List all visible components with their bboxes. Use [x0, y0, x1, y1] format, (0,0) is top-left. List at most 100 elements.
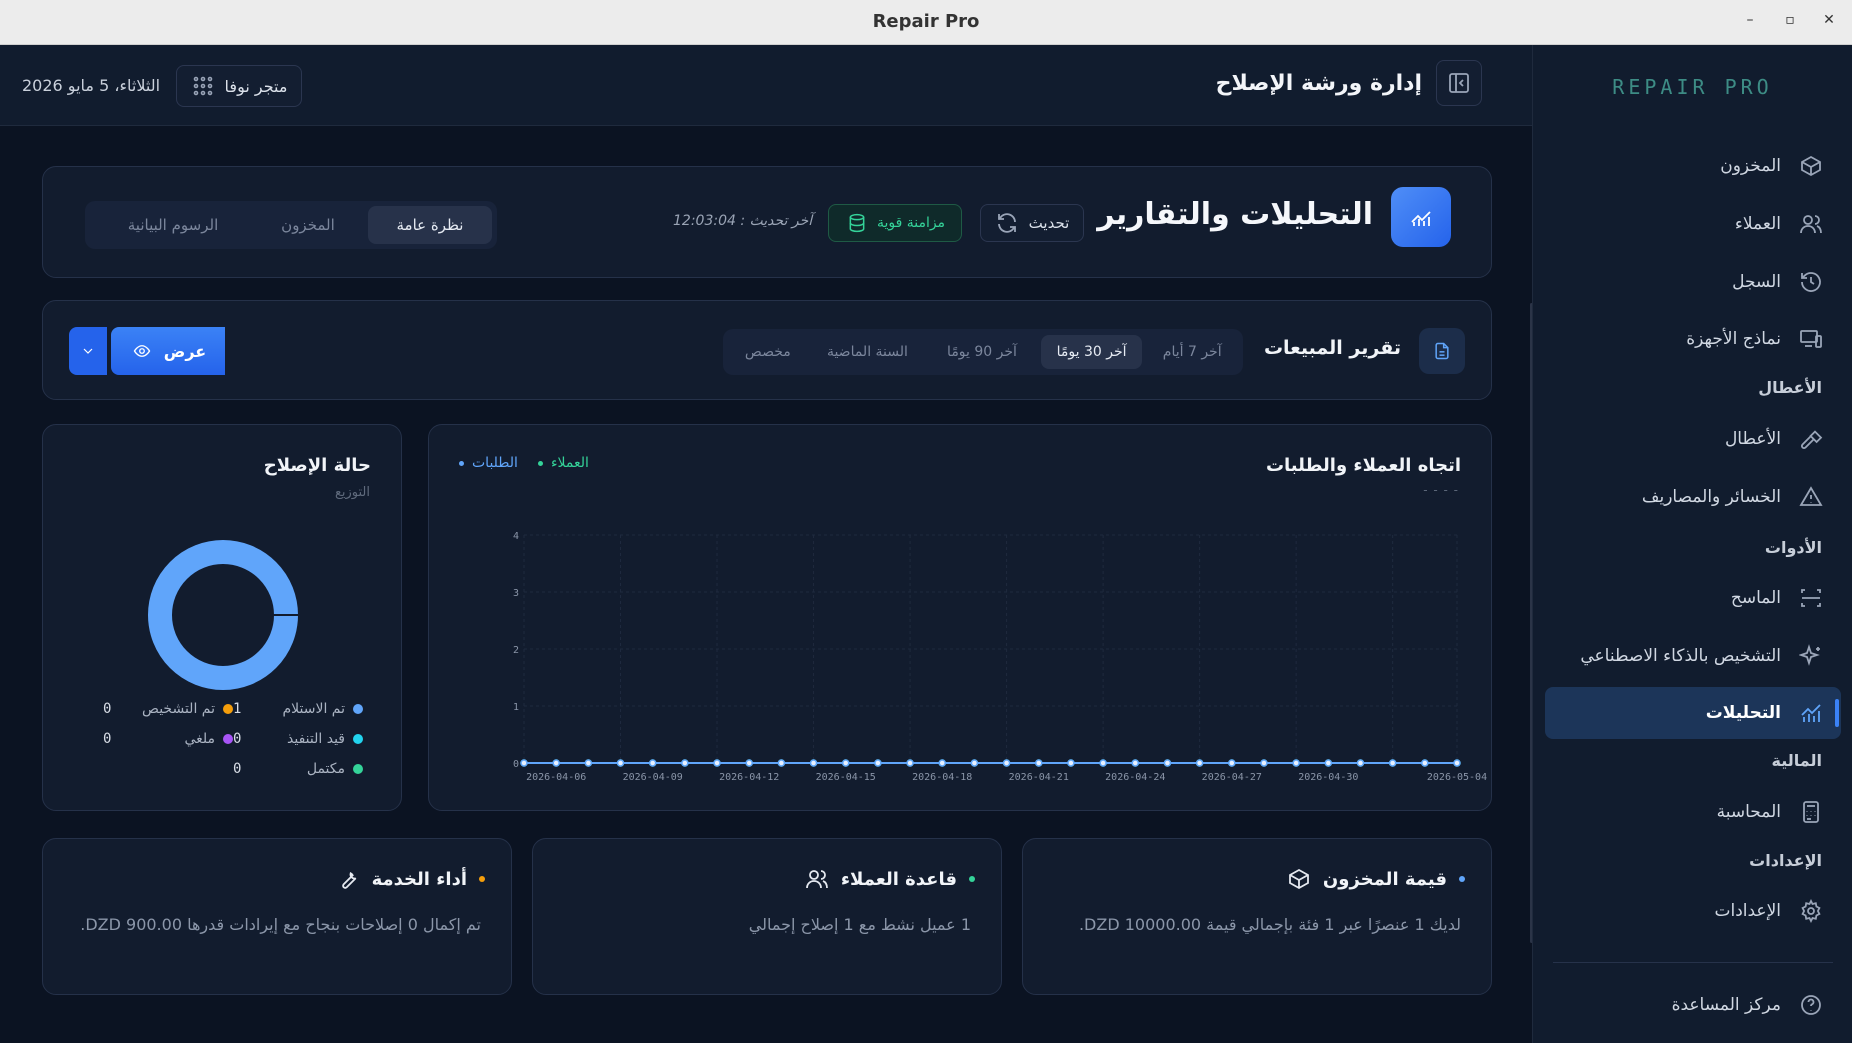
view-report-button[interactable]: عرض	[111, 327, 225, 375]
range-30-days[interactable]: آخر 30 يومًا	[1040, 335, 1143, 369]
tab-overview[interactable]: نظرة عامة	[368, 206, 492, 244]
sidebar-item-ai-diagnosis[interactable]: التشخيص بالذكاء الاصطناعي	[1545, 630, 1841, 682]
section-finance: المالية	[1771, 751, 1822, 770]
history-icon	[1799, 270, 1823, 294]
range-90-days[interactable]: آخر 90 يومًا	[927, 335, 1037, 369]
range-7-days[interactable]: آخر 7 أيام	[1146, 335, 1238, 369]
status-dot	[969, 876, 975, 882]
tab-inventory[interactable]: المخزون	[252, 206, 364, 244]
analytics-badge	[1391, 187, 1451, 247]
sidebar-item-label: الخسائر والمصاريف	[1641, 487, 1781, 507]
data-point[interactable]	[1324, 759, 1333, 767]
data-point[interactable]	[1292, 759, 1300, 767]
maximize-button[interactable]: ▫	[1778, 12, 1802, 28]
data-point[interactable]	[1002, 759, 1011, 767]
status-legend-label: ملغي	[184, 731, 215, 747]
chevron-down-icon	[76, 339, 100, 363]
data-point[interactable]	[1131, 759, 1140, 767]
database-icon	[845, 211, 869, 235]
sync-label: مزامنة قوية	[876, 215, 946, 231]
data-point[interactable]	[1260, 759, 1268, 767]
sidebar-item-losses-expenses[interactable]: الخسائر والمصاريف	[1545, 471, 1841, 523]
status-legend-value: 0	[103, 731, 112, 747]
view-options-dropdown[interactable]	[69, 327, 107, 375]
help-center-link[interactable]: مركز المساعدة	[1545, 979, 1841, 1031]
data-point[interactable]	[552, 759, 560, 767]
minimize-button[interactable]: –	[1738, 12, 1762, 28]
eye-icon	[130, 339, 154, 363]
y-tick-label: 4	[513, 531, 519, 542]
sidebar-item-label: الماسح	[1730, 588, 1781, 608]
status-legend-value: 0	[103, 701, 112, 717]
status-legend-dot	[353, 764, 363, 774]
section-faults: الأعطال	[1758, 378, 1822, 397]
refresh-label: تحديث	[1028, 214, 1070, 232]
status-legend-label: تم الاستلام	[282, 701, 345, 717]
scan-icon	[1799, 586, 1823, 610]
data-point[interactable]	[745, 759, 753, 767]
data-point[interactable]	[681, 759, 689, 767]
range-custom[interactable]: مخصص	[728, 335, 808, 369]
data-point[interactable]	[1035, 759, 1043, 767]
hammer-icon	[1799, 427, 1823, 451]
data-point[interactable]	[1067, 759, 1075, 767]
data-point[interactable]	[616, 759, 625, 767]
data-point[interactable]	[713, 759, 721, 767]
warning-icon	[1799, 485, 1823, 509]
status-dot	[1459, 876, 1465, 882]
data-point[interactable]	[648, 759, 657, 767]
data-point[interactable]	[874, 759, 882, 767]
sidebar-item-device-models[interactable]: نماذج الأجهزة	[1545, 313, 1841, 365]
sidebar-item-inventory[interactable]: المخزون	[1545, 140, 1841, 192]
close-button[interactable]: ✕	[1817, 12, 1841, 28]
data-point[interactable]	[1453, 759, 1461, 767]
data-point[interactable]	[938, 759, 946, 767]
x-tick-label: 2026-04-06	[526, 772, 586, 783]
main-area: إدارة ورشة الإصلاح الثلاثاء، 5 مايو 2026…	[0, 45, 1533, 1043]
repair-status-title: حالة الإصلاح	[263, 455, 371, 476]
sidebar-item-label: نماذج الأجهزة	[1686, 329, 1781, 349]
status-legend-dot	[353, 734, 363, 744]
data-point[interactable]	[841, 759, 850, 767]
data-point[interactable]	[1421, 759, 1429, 767]
panel-collapse-icon	[1447, 71, 1471, 95]
data-point[interactable]	[1163, 759, 1172, 767]
y-tick-label: 3	[513, 588, 519, 599]
data-point[interactable]	[1099, 759, 1107, 767]
x-tick-label: 2026-04-18	[912, 772, 972, 783]
trend-chart-card: اتجاه العملاء والطلبات - - - - الطلبات ا…	[428, 424, 1492, 811]
status-legend-label: مكتمل	[306, 761, 345, 777]
section-tools: الأدوات	[1764, 538, 1822, 557]
range-last-year[interactable]: السنة الماضية	[812, 335, 924, 369]
data-point[interactable]	[584, 759, 593, 767]
data-point[interactable]	[906, 759, 914, 767]
sidebar-item-label: التشخيص بالذكاء الاصطناعي	[1580, 646, 1781, 666]
tab-charts[interactable]: الرسوم البيانية	[98, 206, 248, 244]
sidebar-item-label: السجل	[1732, 272, 1781, 292]
box-icon	[1287, 867, 1311, 891]
sidebar-item-analytics[interactable]: التحليلات	[1545, 687, 1841, 739]
store-switcher-button[interactable]: متجر نوفا	[176, 65, 302, 107]
inventory-value-desc: لديك 1 عنصرًا عبر 1 فئة بإجمالي قيمة 100…	[1078, 915, 1461, 934]
data-point[interactable]	[777, 759, 786, 767]
sidebar-item-faults[interactable]: الأعطال	[1545, 413, 1841, 465]
sidebar-item-customers[interactable]: العملاء	[1545, 198, 1841, 250]
refresh-button[interactable]: تحديث	[980, 204, 1084, 242]
data-point[interactable]	[520, 759, 528, 767]
inventory-value-header: قيمة المخزون	[1287, 867, 1465, 891]
sidebar-toggle-button[interactable]	[1436, 60, 1482, 106]
sidebar-item-history[interactable]: السجل	[1545, 256, 1841, 308]
data-point[interactable]	[1195, 759, 1204, 767]
customer-base-card: قاعدة العملاء 1 عميل نشط مع 1 إصلاح إجما…	[532, 838, 1002, 995]
data-point[interactable]	[809, 759, 818, 767]
sidebar-item-scanner[interactable]: الماسح	[1545, 572, 1841, 624]
data-point[interactable]	[1228, 759, 1236, 767]
data-point[interactable]	[1388, 759, 1397, 767]
current-date: الثلاثاء، 5 مايو 2026	[22, 76, 161, 95]
sidebar-item-settings[interactable]: الإعدادات	[1545, 885, 1841, 937]
document-icon	[1430, 339, 1454, 363]
data-point[interactable]	[1356, 759, 1365, 767]
sidebar-item-label: المحاسبة	[1716, 802, 1781, 822]
sidebar-item-accounting[interactable]: المحاسبة	[1545, 786, 1841, 838]
data-point[interactable]	[970, 759, 979, 767]
